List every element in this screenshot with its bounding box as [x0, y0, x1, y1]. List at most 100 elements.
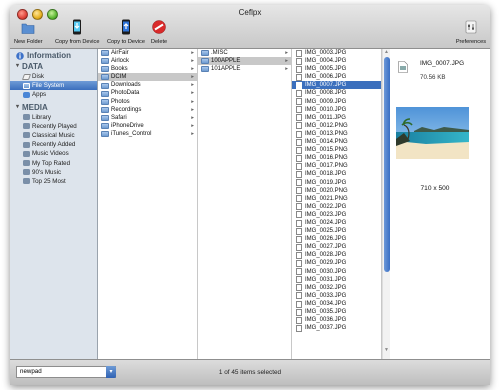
- scroll-up-icon[interactable]: ▲: [384, 49, 389, 55]
- scroll-down-icon[interactable]: ▼: [384, 347, 389, 353]
- sidebar-item-classical-music[interactable]: Classical Music: [10, 131, 97, 140]
- row-label: IMG_0011.JPG: [305, 114, 346, 121]
- sidebar-item-label: Classical Music: [32, 131, 75, 139]
- file-icon: [296, 138, 302, 146]
- sidebar-item-recently-added[interactable]: Recently Added: [10, 140, 97, 149]
- folder-row[interactable]: Recordings ▸: [98, 106, 197, 114]
- file-row[interactable]: IMG_0018.JPG: [292, 170, 381, 178]
- file-row[interactable]: IMG_0025.JPG: [292, 227, 381, 235]
- sidebar-item-label: Disk: [32, 73, 45, 80]
- file-row[interactable]: IMG_0019.JPG: [292, 179, 381, 187]
- sidebar-item-file-system[interactable]: File System: [10, 81, 97, 91]
- folder-row[interactable]: iPhoneDrive ▸: [98, 122, 197, 130]
- sidebar-information[interactable]: Information: [10, 50, 97, 61]
- file-row[interactable]: IMG_0037.JPG: [292, 324, 381, 332]
- sidebar-item-disk[interactable]: Disk: [10, 72, 97, 81]
- file-row[interactable]: IMG_0031.JPG: [292, 276, 381, 284]
- file-row[interactable]: IMG_0003.JPG: [292, 49, 381, 57]
- folder-row[interactable]: AirFair ▸: [98, 49, 197, 57]
- copy-to-device-button[interactable]: Copy to Device: [107, 19, 145, 45]
- file-row[interactable]: IMG_0016.PNG: [292, 154, 381, 162]
- file-row[interactable]: IMG_0012.PNG: [292, 122, 381, 130]
- folder-row[interactable]: Books ▸: [98, 65, 197, 73]
- row-label: IMG_0010.JPG: [305, 106, 347, 113]
- delete-button[interactable]: Delete: [151, 19, 167, 45]
- file-row[interactable]: IMG_0008.JPG: [292, 89, 381, 98]
- file-row[interactable]: IMG_0020.PNG: [292, 187, 381, 195]
- folder-row[interactable]: Downloads ▸: [98, 81, 197, 89]
- row-label: IMG_0018.JPG: [305, 171, 347, 178]
- row-label: IMG_0036.JPG: [305, 317, 347, 324]
- file-row[interactable]: IMG_0015.PNG: [292, 146, 381, 154]
- file-row[interactable]: IMG_0034.JPG: [292, 300, 381, 308]
- file-row[interactable]: IMG_0017.PNG: [292, 162, 381, 170]
- sidebar-item-recently-played[interactable]: Recently Played: [10, 122, 97, 131]
- file-row[interactable]: IMG_0011.JPG: [292, 114, 381, 122]
- row-label: Books: [111, 66, 128, 73]
- row-label: IMG_0037.JPG: [305, 325, 347, 332]
- sidebar-item-my-top-rated[interactable]: My Top Rated: [10, 159, 97, 168]
- folder-row[interactable]: Airlock ▸: [98, 57, 197, 65]
- sidebar-item-music-videos[interactable]: Music Videos: [10, 149, 97, 158]
- file-icon: [296, 268, 302, 276]
- folder-row[interactable]: 100APPLE ▸: [198, 57, 291, 66]
- file-row[interactable]: IMG_0005.JPG: [292, 65, 381, 73]
- sidebar: Information ▾ DATA Disk File System Apps…: [10, 49, 98, 359]
- new-folder-button[interactable]: New Folder: [14, 19, 43, 45]
- copy-from-device-button[interactable]: Copy from Device: [55, 19, 99, 45]
- file-row[interactable]: IMG_0022.JPG: [292, 203, 381, 211]
- file-icon: [296, 324, 302, 332]
- file-icon: [296, 292, 302, 300]
- file-row[interactable]: IMG_0027.JPG: [292, 243, 381, 251]
- file-row[interactable]: IMG_0010.JPG: [292, 106, 381, 114]
- file-row[interactable]: IMG_0026.JPG: [292, 235, 381, 243]
- file-row[interactable]: IMG_0021.PNG: [292, 195, 381, 203]
- chevron-right-icon: ▸: [191, 114, 194, 121]
- row-label: IMG_0027.JPG: [305, 244, 347, 251]
- file-row[interactable]: IMG_0007.JPG: [292, 81, 381, 90]
- file-icon: [296, 49, 302, 57]
- file-row[interactable]: IMG_0014.PNG: [292, 138, 381, 146]
- preview-filename: IMG_0007.JPG: [420, 60, 465, 67]
- sidebar-item-apps[interactable]: Apps: [10, 90, 97, 99]
- row-label: IMG_0033.JPG: [305, 292, 347, 299]
- file-row[interactable]: IMG_0032.JPG: [292, 284, 381, 292]
- sidebar-data-header[interactable]: ▾ DATA: [10, 61, 97, 72]
- file-row[interactable]: IMG_0035.JPG: [292, 308, 381, 316]
- sidebar-item-label: Library: [32, 113, 51, 121]
- folder-row[interactable]: PhotoData ▸: [98, 89, 197, 97]
- row-label: IMG_0028.JPG: [305, 252, 347, 259]
- playlist-icon: [23, 132, 30, 139]
- row-label: IMG_0007.JPG: [305, 82, 347, 89]
- chevron-right-icon: ▸: [191, 82, 194, 89]
- file-row[interactable]: IMG_0030.JPG: [292, 268, 381, 276]
- file-row[interactable]: IMG_0036.JPG: [292, 316, 381, 324]
- folder-row[interactable]: Photos ▸: [98, 98, 197, 106]
- row-label: IMG_0008.JPG: [305, 90, 347, 97]
- file-row[interactable]: IMG_0013.PNG: [292, 130, 381, 138]
- file-row[interactable]: IMG_0009.JPG: [292, 98, 381, 106]
- file-row[interactable]: IMG_0006.JPG: [292, 73, 381, 81]
- folder-row[interactable]: .MISC ▸: [198, 49, 291, 57]
- file-column-scrollbar[interactable]: ▲ ▼: [382, 49, 390, 359]
- file-row[interactable]: IMG_0024.JPG: [292, 219, 381, 227]
- sidebar-item-90-s-music[interactable]: 90's Music: [10, 168, 97, 177]
- file-row[interactable]: IMG_0028.JPG: [292, 251, 381, 259]
- file-row[interactable]: IMG_0033.JPG: [292, 292, 381, 300]
- file-row[interactable]: IMG_0029.JPG: [292, 259, 381, 268]
- sidebar-item-library[interactable]: Library: [10, 113, 97, 122]
- folder-row[interactable]: Safari ▸: [98, 114, 197, 122]
- row-label: iTunes_Control: [111, 130, 152, 137]
- sidebar-media-header[interactable]: ▾ MEDIA: [10, 102, 97, 113]
- browser-area: Information ▾ DATA Disk File System Apps…: [10, 49, 490, 359]
- folder-row[interactable]: iTunes_Control ▸: [98, 130, 197, 138]
- folder-row[interactable]: DCIM ▸: [98, 73, 197, 82]
- media-header-label: MEDIA: [22, 102, 48, 112]
- file-row[interactable]: IMG_0023.JPG: [292, 211, 381, 219]
- file-icon: [296, 130, 302, 138]
- preferences-button[interactable]: Preferences: [456, 19, 486, 45]
- folder-row[interactable]: 101APPLE ▸: [198, 65, 291, 73]
- sidebar-item-top-25-most[interactable]: Top 25 Most: [10, 177, 97, 186]
- file-row[interactable]: IMG_0004.JPG: [292, 57, 381, 65]
- file-icon: [296, 57, 302, 65]
